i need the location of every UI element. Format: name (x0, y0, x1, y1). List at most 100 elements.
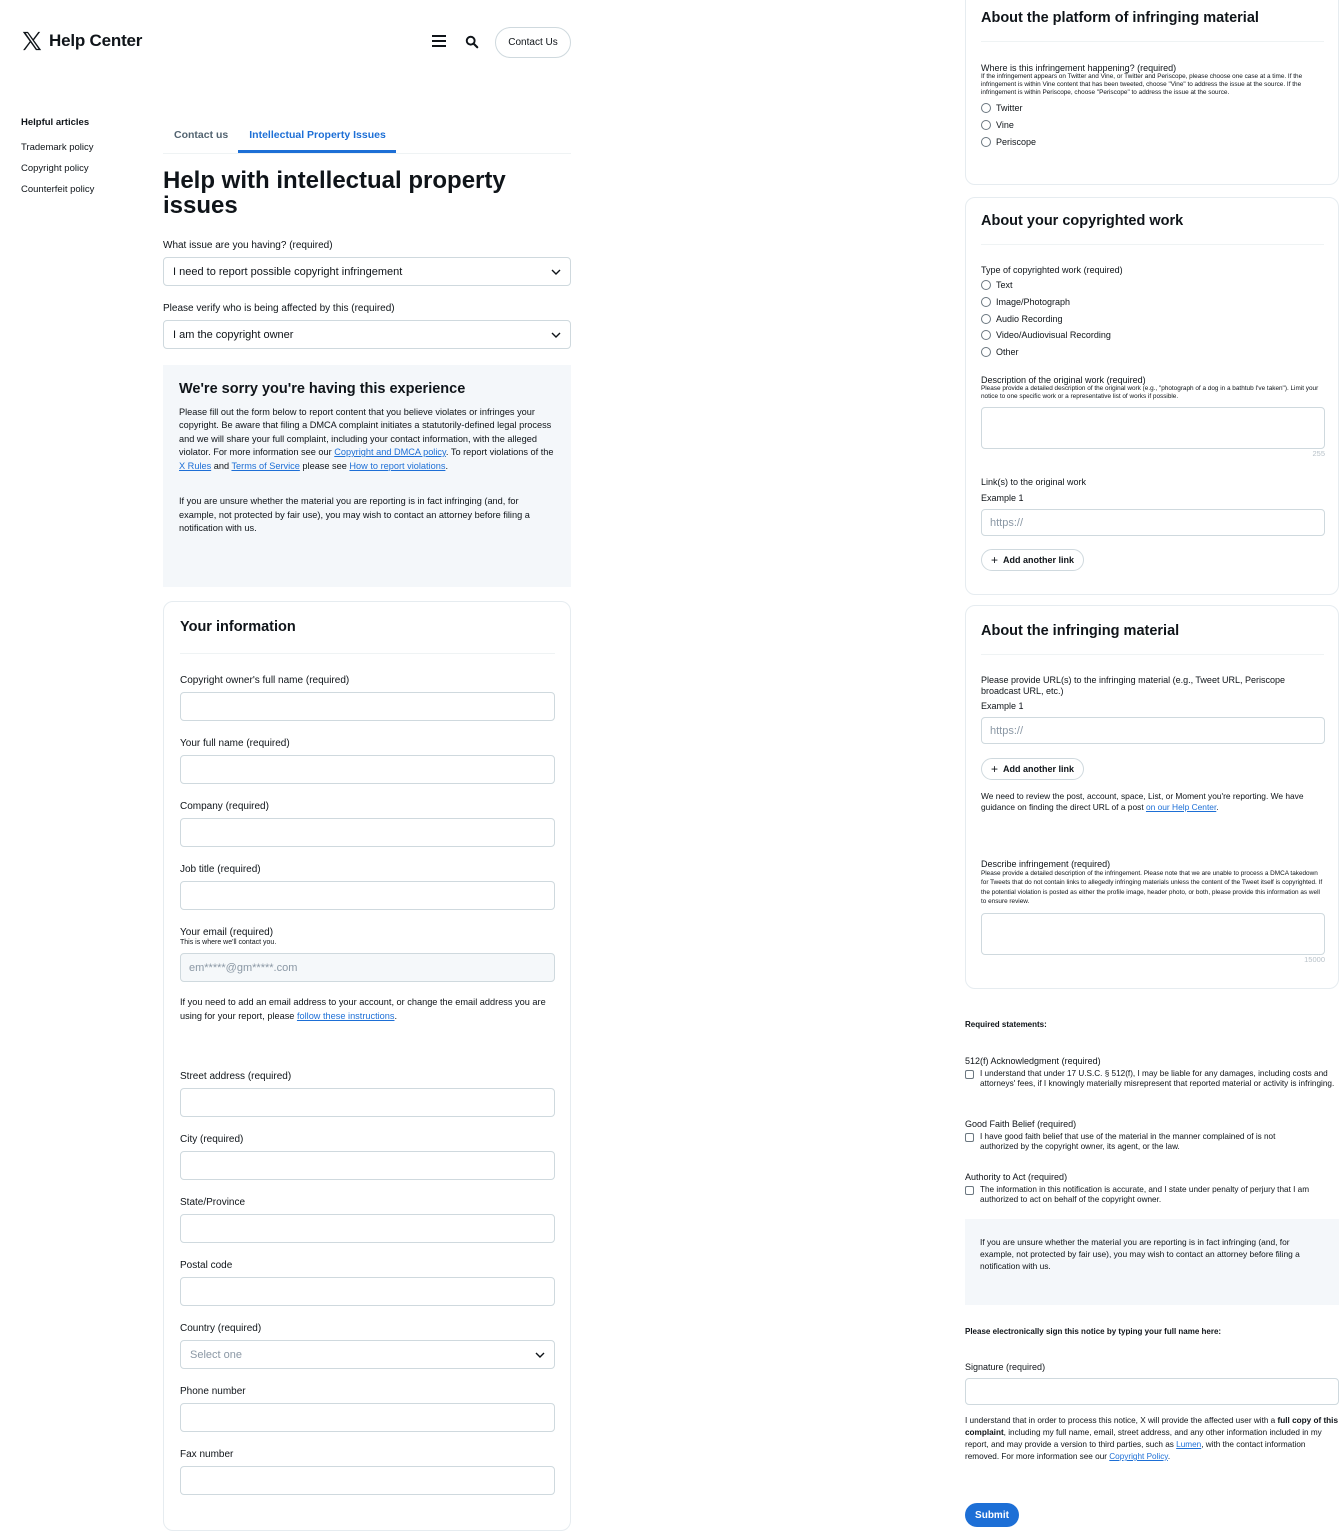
city-field: City (required) (180, 1134, 555, 1180)
signature-note: I understand that in order to process th… (965, 1416, 1339, 1461)
issue-label: What issue are you having? (required) (163, 240, 333, 251)
infringing-url-input[interactable] (981, 717, 1325, 744)
hamburger-menu-icon[interactable] (432, 35, 446, 47)
describe-infringement-counter: 15000 (1304, 954, 1325, 964)
radio-image-photograph[interactable]: Image/Photograph (981, 294, 1325, 311)
original-link-input[interactable] (981, 509, 1325, 536)
help-center-link[interactable]: on our Help Center (1146, 802, 1216, 812)
tab-bar: Contact us Intellectual Property Issues (163, 124, 571, 154)
fax-input[interactable] (180, 1466, 555, 1495)
tab-intellectual-property-issues[interactable]: Intellectual Property Issues (238, 124, 396, 153)
email-help: This is where we'll contact you. (180, 939, 277, 946)
authority-text: The information in this notification is … (980, 1185, 1310, 1204)
required-statements-title: Required statements: (965, 1020, 1047, 1029)
x-logo[interactable]: Help Center (21, 30, 142, 52)
signature-field: Signature (required) (965, 1362, 1339, 1405)
infringing-urls-field: Please provide URL(s) to the infringing … (981, 675, 1325, 744)
radio-periscope[interactable]: Periscope (981, 133, 1325, 150)
owner-name-input[interactable] (180, 692, 555, 721)
street-field: Street address (required) (180, 1071, 555, 1117)
contact-us-button[interactable]: Contact Us (495, 27, 571, 58)
radio-other[interactable]: Other (981, 344, 1325, 361)
unsure-notice: If you are unsure whether the material y… (965, 1219, 1339, 1305)
job-title-input[interactable] (180, 881, 555, 910)
tab-contact-us[interactable]: Contact us (163, 124, 238, 153)
phone-input[interactable] (180, 1403, 555, 1432)
company-field: Company (required) (180, 801, 555, 847)
search-icon[interactable] (465, 35, 479, 49)
page-title: Help with intellectual property issues (163, 167, 506, 219)
notice-box: We're sorry you're having this experienc… (163, 365, 571, 587)
sidebar-item-counterfeit-policy[interactable]: Counterfeit policy (21, 184, 94, 195)
good-faith-text: I have good faith belief that use of the… (980, 1132, 1276, 1151)
radio-video-recording[interactable]: Video/Audiovisual Recording (981, 327, 1325, 344)
lumen-link[interactable]: Lumen (1176, 1440, 1201, 1449)
add-infringing-link-button[interactable]: + Add another link (981, 758, 1085, 780)
helpful-articles-sidebar: Helpful articles Trademark policy Copyri… (21, 117, 94, 205)
how-to-report-link[interactable]: How to report violations (349, 461, 445, 471)
good-faith-field: Good Faith Belief (required) I have good… (965, 1119, 1339, 1152)
original-links-field: Link(s) to the original work Example 1 (981, 477, 1325, 536)
company-input[interactable] (180, 818, 555, 847)
affected-label: Please verify who is being affected by t… (163, 303, 395, 314)
signature-input[interactable] (965, 1378, 1339, 1405)
work-description-field: Description of the original work (requir… (981, 375, 1325, 458)
describe-infringement-help: Please provide a detailed description of… (981, 870, 1323, 906)
copyrighted-work-title: About your copyrighted work (981, 213, 1184, 229)
fax-field: Fax number (180, 1449, 555, 1495)
postal-input[interactable] (180, 1277, 555, 1306)
work-type-field: Type of copyrighted work (required) Text… (981, 265, 1325, 360)
affected-field: Please verify who is being affected by t… (163, 303, 571, 349)
phone-field: Phone number (180, 1386, 555, 1432)
acknowledgment-checkbox[interactable] (965, 1070, 974, 1079)
terms-of-service-link[interactable]: Terms of Service (231, 461, 299, 471)
notice-paragraph-1: Please fill out the form below to report… (179, 406, 554, 471)
notice-paragraph-2: If you are unsure whether the material y… (179, 496, 530, 533)
radio-audio-recording[interactable]: Audio Recording (981, 310, 1325, 327)
acknowledgment-text: I understand that under 17 U.S.C. § 512(… (980, 1069, 1335, 1088)
work-description-textarea[interactable] (981, 407, 1325, 449)
country-select[interactable]: Select one (180, 1340, 555, 1369)
x-rules-link[interactable]: X Rules (179, 461, 211, 471)
authority-field: Authority to Act (required) The informat… (965, 1172, 1339, 1205)
postal-field: Postal code (180, 1260, 555, 1306)
radio-twitter[interactable]: Twitter (981, 100, 1325, 117)
copyrighted-work-card: About your copyrighted work Type of copy… (965, 197, 1339, 595)
street-input[interactable] (180, 1088, 555, 1117)
radio-vine[interactable]: Vine (981, 117, 1325, 134)
email-note: If you need to add an email address to y… (180, 997, 546, 1021)
full-name-field: Your full name (required) (180, 738, 555, 784)
signature-prompt: Please electronically sign this notice b… (965, 1327, 1222, 1336)
work-description-help: Please provide a detailed description of… (981, 385, 1319, 400)
email-field: Your email (required) This is where we'l… (180, 927, 555, 982)
state-field: State/Province (180, 1197, 555, 1243)
email-input: em*****@gm*****.com (180, 953, 555, 982)
owner-name-field: Copyright owner's full name (required) (180, 675, 555, 721)
authority-checkbox[interactable] (965, 1186, 974, 1195)
sidebar-title: Helpful articles (21, 117, 90, 128)
radio-text[interactable]: Text (981, 277, 1325, 294)
full-name-input[interactable] (180, 755, 555, 784)
city-input[interactable] (180, 1151, 555, 1180)
job-title-field: Job title (required) (180, 864, 555, 910)
notice-title: We're sorry you're having this experienc… (179, 381, 466, 397)
good-faith-checkbox[interactable] (965, 1133, 974, 1142)
country-field: Country (required) Select one (180, 1323, 555, 1369)
state-input[interactable] (180, 1214, 555, 1243)
submit-button[interactable]: Submit (965, 1503, 1019, 1527)
infringing-material-title: About the infringing material (981, 623, 1180, 639)
sidebar-item-trademark-policy[interactable]: Trademark policy (21, 142, 94, 153)
plus-icon: + (991, 762, 999, 776)
affected-select[interactable]: I am the copyright owner (163, 320, 571, 349)
copyright-policy-link[interactable]: Copyright Policy (1109, 1452, 1168, 1461)
country-placeholder: Select one (190, 1348, 242, 1361)
platform-title: About the platform of infringing materia… (981, 10, 1259, 26)
follow-instructions-link[interactable]: follow these instructions (297, 1011, 395, 1021)
describe-infringement-field: Describe infringement (required) Please … (981, 859, 1325, 964)
describe-infringement-textarea[interactable] (981, 912, 1325, 955)
copyright-dmca-policy-link[interactable]: Copyright and DMCA policy (334, 447, 446, 457)
sidebar-item-copyright-policy[interactable]: Copyright policy (21, 163, 94, 174)
add-original-link-button[interactable]: + Add another link (981, 549, 1085, 571)
issue-select[interactable]: I need to report possible copyright infr… (163, 257, 571, 286)
platform-field: Where is this infringement happening? (r… (981, 63, 1325, 150)
